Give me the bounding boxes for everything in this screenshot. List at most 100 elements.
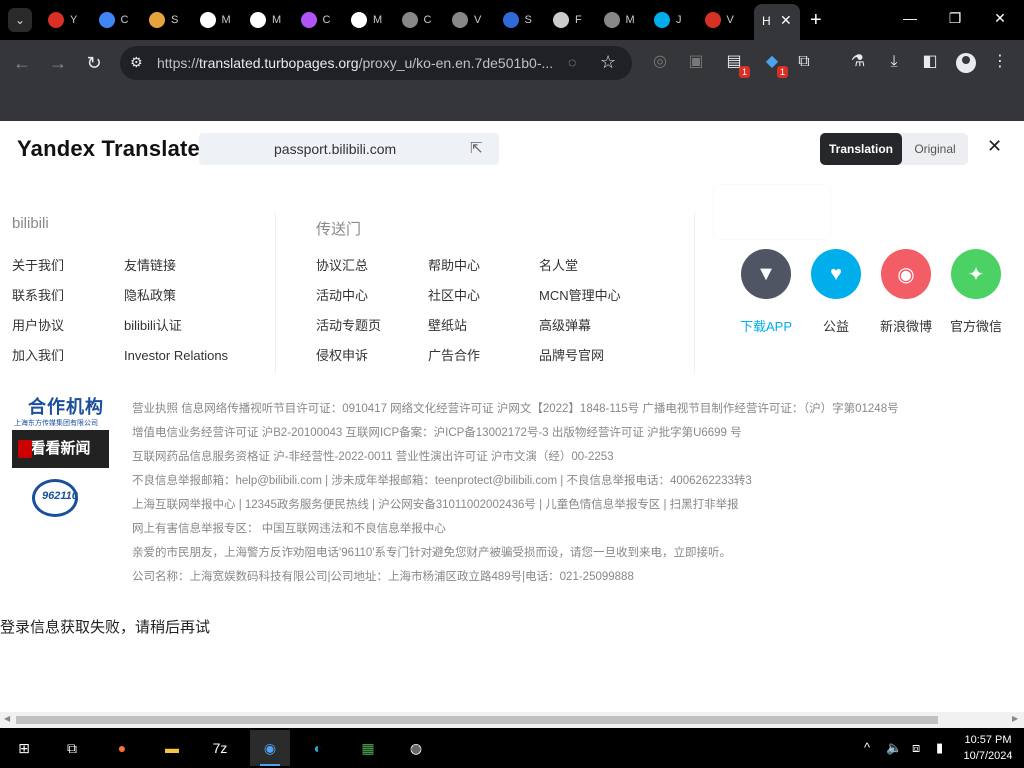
footer-link[interactable]: 联系我们 <box>12 288 132 304</box>
license-line[interactable]: 不良信息举报邮箱：help@bilibili.com | 涉未成年举报邮箱：te… <box>132 472 752 488</box>
social-label[interactable]: 官方微信 <box>936 316 1016 335</box>
browser-tab[interactable]: M <box>603 8 648 32</box>
extension-translate-icon[interactable]: ◆ 1 <box>762 52 788 78</box>
system-clock[interactable]: 10:57 PM 10/7/2024 <box>960 732 1016 764</box>
extension-circle-icon[interactable]: ◎ <box>650 52 670 72</box>
footer-link[interactable]: 协议汇总 <box>316 258 436 274</box>
footer-link[interactable]: 加入我们 <box>12 348 132 364</box>
extensions-puzzle-icon[interactable]: ⧉ <box>794 52 814 72</box>
chrome-icon[interactable]: ◉ <box>250 730 290 766</box>
chrome-menu-icon[interactable]: ⋮ <box>990 52 1010 72</box>
footer-link[interactable]: 用户协议 <box>12 318 132 334</box>
scrollbar-thumb[interactable] <box>16 716 938 724</box>
translation-toggle-button[interactable]: Translation <box>820 133 902 165</box>
footer-link[interactable]: 品牌号官网 <box>539 348 659 364</box>
license-line[interactable]: 上海互联网举报中心 | 12345政务服务便民热线 | 沪公网安备3101100… <box>132 496 739 512</box>
obs-icon[interactable]: ◍ <box>404 736 428 760</box>
footer-link[interactable]: 帮助中心 <box>428 258 548 274</box>
network-icon[interactable]: ⧈ <box>912 740 920 756</box>
tab-search-button[interactable]: ⌄ <box>8 8 32 32</box>
side-panel-icon[interactable]: ◧ <box>920 52 940 72</box>
footer-link[interactable]: 名人堂 <box>539 258 659 274</box>
tab-close-icon[interactable]: ✕ <box>780 12 792 29</box>
wechat-icon[interactable]: ✦ <box>951 249 1001 299</box>
footer-link[interactable]: 侵权申诉 <box>316 348 436 364</box>
footer-link[interactable]: 关于我们 <box>12 258 132 274</box>
reload-icon[interactable]: ↻ <box>82 52 106 74</box>
edge-icon[interactable]: ◐ <box>306 736 330 760</box>
firefox-icon[interactable]: ● <box>110 736 134 760</box>
close-translate-icon[interactable]: ✕ <box>987 136 1002 157</box>
partner-org-logo[interactable]: 合作机构 上海东方传媒集团有限公司 <box>12 391 112 431</box>
new-tab-button[interactable]: + <box>810 8 822 32</box>
tray-chevron-icon[interactable]: ^ <box>864 740 870 755</box>
license-line[interactable]: 公司名称：上海宽娱数码科技有限公司|公司地址：上海市杨浦区政立路489号|电话：… <box>132 568 634 584</box>
7zip-icon[interactable]: 7z <box>208 736 232 760</box>
address-bar[interactable]: ⚙ https://translated.turbopages.org/prox… <box>120 46 632 80</box>
license-line[interactable]: 网上有害信息举报专区： 中国互联网违法和不良信息举报中心 <box>132 520 446 536</box>
browser-tab[interactable]: C <box>98 8 143 32</box>
scroll-left-icon[interactable]: ◀ <box>4 714 10 723</box>
browser-tab[interactable]: S <box>149 8 193 32</box>
minimize-icon[interactable]: — <box>900 10 920 26</box>
browser-tab[interactable]: S <box>502 8 547 32</box>
extension-clipboard-icon[interactable]: ▤ 1 <box>724 52 750 78</box>
browser-tab[interactable]: M <box>351 8 395 32</box>
footer-link[interactable]: 友情链接 <box>124 258 244 274</box>
windows-start-icon[interactable]: ⊞ <box>12 736 36 760</box>
tab-active[interactable]: H ✕ <box>754 4 800 40</box>
forward-icon[interactable]: → <box>46 52 70 74</box>
police-96110-logo[interactable]: 962110 <box>12 475 112 521</box>
browser-tab[interactable]: M <box>250 8 294 32</box>
browser-tab[interactable]: J <box>654 8 698 32</box>
browser-tab[interactable]: V <box>452 8 496 32</box>
browser-tab[interactable]: V <box>704 8 749 32</box>
browser-tab[interactable]: Y <box>48 8 92 32</box>
social-label[interactable]: 公益 <box>796 316 876 335</box>
profile-avatar-icon[interactable] <box>956 53 976 73</box>
footer-link[interactable]: 广告合作 <box>428 348 548 364</box>
source-url-field[interactable]: passport.bilibili.com ⇱ <box>199 133 499 165</box>
bookmark-star-icon[interactable]: ☆ <box>600 52 616 73</box>
microphone-icon[interactable]: ▮ <box>936 740 943 756</box>
extension-copy-icon[interactable]: ▣ <box>686 52 706 72</box>
installer-icon[interactable]: ▦ <box>356 736 380 760</box>
eye-off-icon[interactable]: ◌ <box>568 54 576 70</box>
footer-link[interactable]: 活动专题页 <box>316 318 436 334</box>
weibo-icon[interactable]: ◉ <box>881 249 931 299</box>
file-explorer-icon[interactable]: ▬ <box>160 736 184 760</box>
task-view-icon[interactable]: ⧉ <box>60 736 84 760</box>
downloads-icon[interactable]: ⤓ <box>884 52 904 72</box>
license-line[interactable]: 亲爱的市民朋友，上海警方反诈劝阻电话'96110'系专门针对避免您财产被骗受损而… <box>132 544 731 560</box>
download-app-icon[interactable]: ▼ <box>741 249 791 299</box>
footer-link[interactable]: 壁纸站 <box>428 318 548 334</box>
charity-heart-icon[interactable]: ♥ <box>811 249 861 299</box>
license-line[interactable]: 互联网药品信息服务资格证 沪-非经营性-2022-0011 营业性演出许可证 沪… <box>132 448 614 464</box>
yandex-translate-logo[interactable]: Yandex Translate <box>17 136 200 162</box>
footer-link[interactable]: Investor Relations <box>124 348 244 364</box>
footer-link[interactable]: 活动中心 <box>316 288 436 304</box>
browser-tab[interactable]: C <box>401 8 446 32</box>
social-label[interactable]: 下载APP <box>726 316 806 335</box>
browser-tab[interactable]: C <box>300 8 345 32</box>
address-url[interactable]: https://translated.turbopages.org/proxy_… <box>157 55 553 71</box>
license-line[interactable]: 营业执照 信息网络传播视听节目许可证：0910417 网络文化经营许可证 沪网文… <box>132 400 899 416</box>
footer-link[interactable]: MCN管理中心 <box>539 288 659 304</box>
horizontal-scrollbar[interactable]: ◀ ▶ <box>0 712 1024 728</box>
footer-link[interactable]: 社区中心 <box>428 288 548 304</box>
labs-flask-icon[interactable]: ⚗ <box>848 52 868 72</box>
site-info-icon[interactable]: ⚙ <box>130 54 148 72</box>
social-label[interactable]: 新浪微博 <box>866 316 946 335</box>
footer-link[interactable]: 高级弹幕 <box>539 318 659 334</box>
browser-tab[interactable]: M <box>199 8 244 32</box>
back-icon[interactable]: ← <box>10 52 34 74</box>
footer-link[interactable]: 隐私政策 <box>124 288 244 304</box>
kankan-news-logo[interactable]: 看看新闻 <box>12 430 109 468</box>
license-line[interactable]: 增值电信业务经营许可证 沪B2-20100043 互联网ICP备案：沪ICP备1… <box>132 424 742 440</box>
window-close-icon[interactable]: ✕ <box>990 10 1010 27</box>
volume-icon[interactable]: 🔈 <box>886 740 902 756</box>
restore-icon[interactable]: ❐ <box>945 10 965 27</box>
browser-tab[interactable]: F <box>553 8 597 32</box>
footer-link[interactable]: bilibili认证 <box>124 318 244 334</box>
external-link-icon[interactable]: ⇱ <box>470 139 483 157</box>
